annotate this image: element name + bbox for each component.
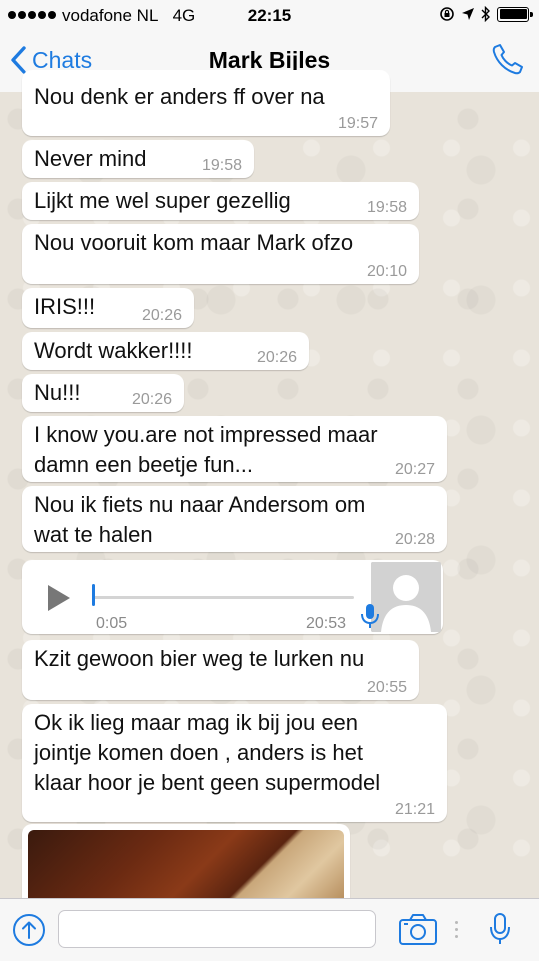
orientation-lock-icon	[440, 7, 454, 21]
message-time: 19:57	[337, 115, 378, 132]
message-text: Nou denk er anders ff over na	[34, 84, 325, 109]
battery-icon	[497, 6, 533, 22]
message-time: 19:58	[201, 157, 242, 174]
message-bubble[interactable]: I know you.are not impressed maar damn e…	[22, 416, 447, 482]
message-time: 20:53	[306, 615, 347, 632]
location-arrow-icon	[462, 8, 474, 20]
play-icon[interactable]	[48, 585, 70, 611]
voice-progress-handle[interactable]	[92, 584, 95, 606]
message-bubble[interactable]: Nu!!! 20:26	[22, 374, 184, 412]
message-bubble[interactable]: Nou ik fiets nu naar Andersom om wat te …	[22, 486, 447, 552]
message-text: Nou ik fiets nu naar Andersom om wat te …	[34, 492, 366, 547]
voice-progress-track[interactable]	[92, 596, 354, 599]
phone-icon	[492, 44, 523, 75]
photo-message-bubble[interactable]	[22, 824, 350, 898]
message-time: 20:55	[366, 679, 407, 696]
message-bubble[interactable]: Nou vooruit kom maar Mark ofzo 20:10	[22, 224, 419, 284]
voice-message-bubble[interactable]: 0:05 20:53	[22, 560, 443, 634]
toolbar-separator	[455, 921, 458, 938]
message-time: 20:26	[131, 391, 172, 408]
message-input-bar	[0, 898, 539, 961]
message-bubble[interactable]: Never mind 19:58	[22, 140, 254, 178]
message-bubble[interactable]: Wordt wakker!!!! 20:26	[22, 332, 309, 370]
call-button[interactable]	[491, 42, 525, 81]
person-silhouette-icon	[371, 562, 441, 632]
message-bubble[interactable]: Kzit gewoon bier weg te lurken nu 20:55	[22, 640, 419, 700]
message-time: 20:28	[394, 531, 435, 548]
voice-record-button[interactable]	[488, 912, 512, 951]
message-time: 19:58	[366, 199, 407, 216]
message-text: Nou vooruit kom maar Mark ofzo	[34, 230, 354, 255]
message-bubble[interactable]: Lijkt me wel super gezellig 19:58	[22, 182, 419, 220]
message-bubble[interactable]: Ok ik lieg maar mag ik bij jou een joint…	[22, 704, 447, 822]
message-bubble[interactable]: IRIS!!! 20:26	[22, 288, 194, 328]
voice-duration: 0:05	[96, 615, 128, 632]
sender-avatar	[371, 562, 441, 632]
microphone-icon	[490, 913, 510, 944]
message-input[interactable]	[58, 910, 376, 948]
status-icons	[439, 6, 533, 22]
message-time: 20:26	[141, 307, 182, 324]
attach-button[interactable]	[12, 913, 46, 952]
photo-thumbnail[interactable]	[28, 830, 344, 898]
camera-icon	[399, 914, 437, 945]
status-bar: vodafone NL 4G 22:15	[0, 0, 539, 32]
message-text: Lijkt me wel super gezellig	[34, 188, 291, 213]
message-text: Kzit gewoon bier weg te lurken nu	[34, 646, 365, 671]
message-time: 20:27	[394, 461, 435, 478]
camera-button[interactable]	[398, 912, 438, 951]
message-time: 20:26	[256, 349, 297, 366]
message-bubble[interactable]: Nou denk er anders ff over na 19:57	[22, 70, 390, 136]
voice-note-mic-icon	[360, 602, 380, 635]
upload-arrow-icon	[13, 914, 45, 946]
message-time: 21:21	[394, 801, 435, 818]
bluetooth-icon	[481, 6, 490, 22]
message-text: I know you.are not impressed maar damn e…	[34, 422, 378, 477]
message-text: Ok ik lieg maar mag ik bij jou een joint…	[34, 710, 381, 795]
message-time: 20:10	[366, 263, 407, 280]
